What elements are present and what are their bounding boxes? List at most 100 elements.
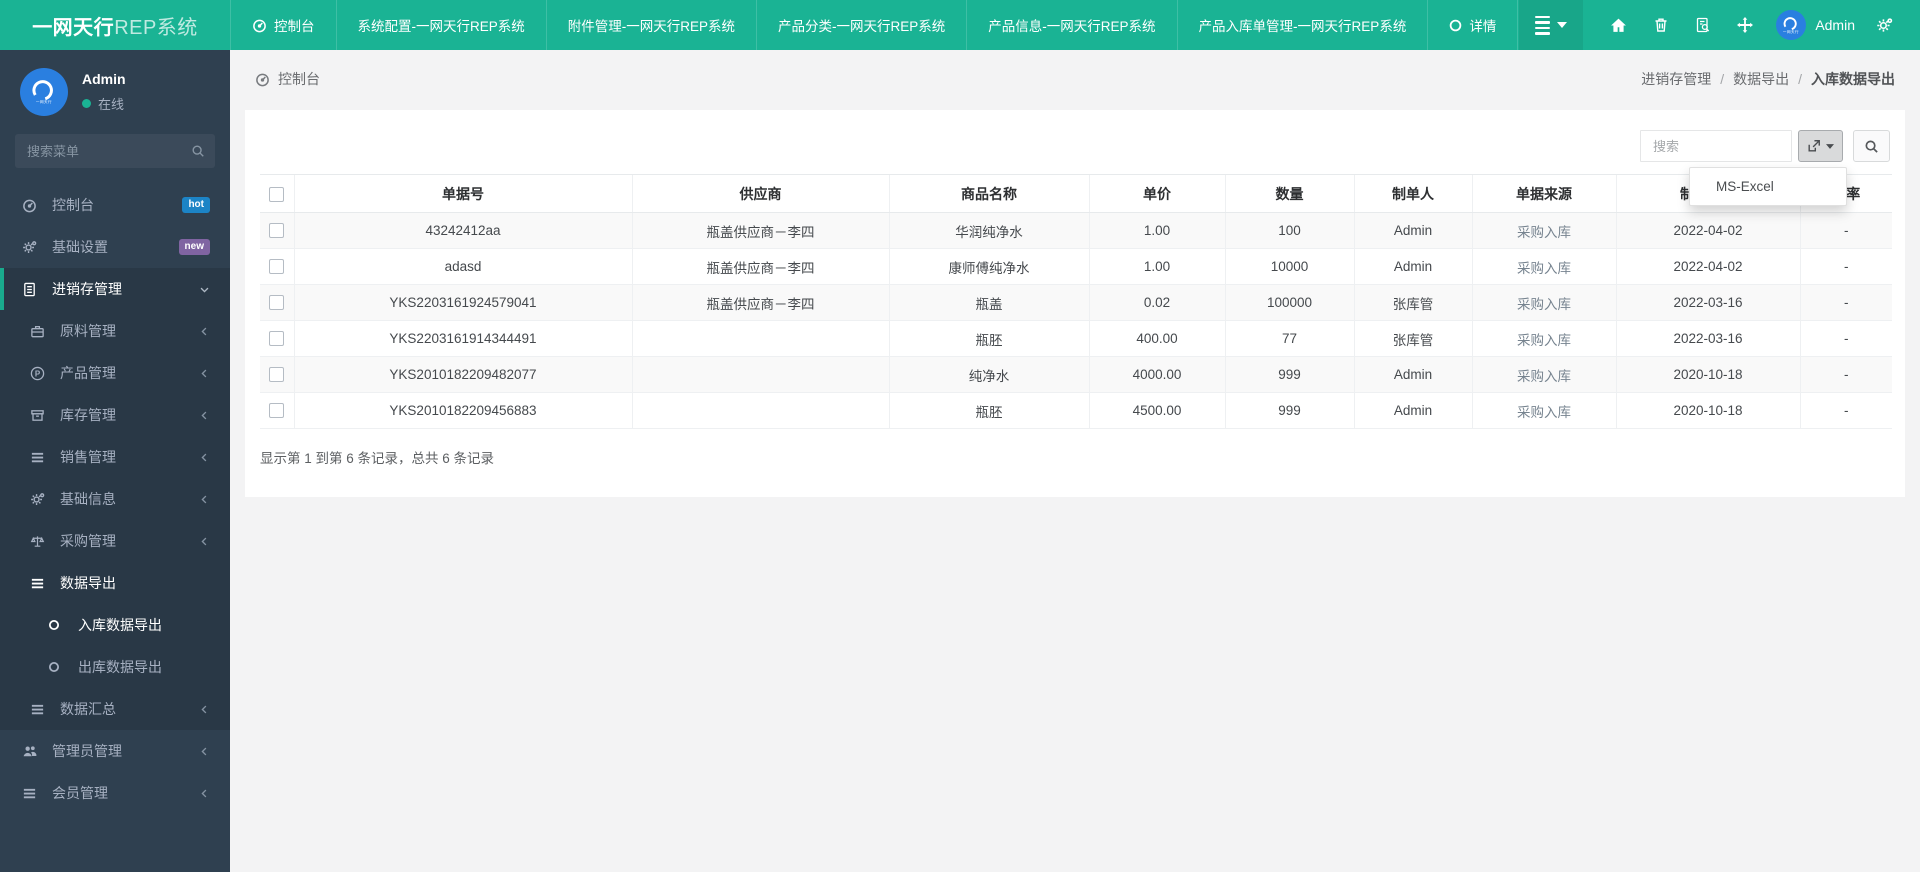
row-checkbox[interactable] <box>269 367 285 383</box>
fullscreen-icon[interactable] <box>1724 17 1766 33</box>
row-checkbox[interactable] <box>269 403 285 419</box>
nav-item-system-config[interactable]: 系统配置-一网天行REP系统 <box>335 0 546 50</box>
cell-order-no: YKS2203161914344491 <box>293 320 632 357</box>
sidebar-item-label: 基础信息 <box>60 491 116 507</box>
nav-item-detail[interactable]: 详情 <box>1427 0 1519 50</box>
table-row[interactable]: 43242412aa 瓶盖供应商－李四 华润纯净水 1.00 100 Admin… <box>260 212 1892 249</box>
sidebar-item-outbound-data-export[interactable]: 出库数据导出 <box>0 646 230 688</box>
cell-creator: Admin <box>1353 392 1472 429</box>
sidebar-item-inventory-mgmt[interactable]: 库存管理 <box>0 394 230 436</box>
sidebar-item-basic-info[interactable]: 基础信息 <box>0 478 230 520</box>
caret-down-icon <box>1557 22 1568 28</box>
col-header-unit-price[interactable]: 单价 <box>1088 174 1225 213</box>
sidebar-item-purchasing-mgmt[interactable]: 采购管理 <box>0 520 230 562</box>
breadcrumb-separator: / <box>1798 71 1802 87</box>
settings-gear-icon[interactable] <box>1863 17 1906 34</box>
online-dot-icon <box>82 99 91 108</box>
log-search-icon[interactable] <box>1682 17 1724 33</box>
breadcrumb-item[interactable]: 数据导出 <box>1733 69 1789 89</box>
cell-unit-price: 400.00 <box>1088 320 1225 357</box>
dashboard-icon <box>253 19 266 32</box>
cell-tax-rate: - <box>1799 284 1892 321</box>
search-icon[interactable] <box>191 144 205 158</box>
sidebar-item-data-export[interactable]: 数据导出 <box>0 562 230 604</box>
cell-order-no: YKS2203161924579041 <box>293 284 632 321</box>
sidebar-item-member-mgmt[interactable]: 会员管理 <box>0 772 230 814</box>
online-status-label: 在线 <box>98 97 125 112</box>
nav-item-label: 控制台 <box>274 19 315 34</box>
sidebar-item-label: 产品管理 <box>60 365 116 381</box>
profile-avatar[interactable]: 一网天行 <box>20 68 68 116</box>
col-header-quantity[interactable]: 数量 <box>1224 174 1354 213</box>
nav-item-console[interactable]: 控制台 <box>230 0 336 50</box>
user-avatar[interactable]: 一网天行 <box>1776 10 1807 40</box>
col-header-product-name[interactable]: 商品名称 <box>888 174 1089 213</box>
select-all-checkbox[interactable] <box>269 186 285 202</box>
search-button[interactable] <box>1853 130 1890 162</box>
sidebar-profile: 一网天行 Admin 在线 <box>0 50 230 126</box>
breadcrumb-item[interactable]: 进销存管理 <box>1641 69 1711 89</box>
main-content: 控制台 进销存管理 / 数据导出 / 入库数据导出 MS-Excel <box>230 50 1920 872</box>
cell-supplier <box>631 356 889 393</box>
cell-creator: 张库管 <box>1353 284 1472 321</box>
sidebar-item-admin-mgmt[interactable]: 管理员管理 <box>0 730 230 772</box>
sidebar-item-label: 入库数据导出 <box>78 617 162 633</box>
table-row[interactable]: YKS2010182209482077 纯净水 4000.00 999 Admi… <box>260 356 1892 393</box>
sidebar-item-console[interactable]: 控制台 hot <box>0 184 230 226</box>
cell-product-name: 瓶盖 <box>888 284 1089 321</box>
nav-item-inbound-orders[interactable]: 产品入库单管理-一网天行REP系统 <box>1176 0 1428 50</box>
sidebar-item-product-mgmt[interactable]: P 产品管理 <box>0 352 230 394</box>
profile-info: Admin 在线 <box>82 71 126 113</box>
tabs-menu-toggle-button[interactable] <box>1519 0 1584 50</box>
cell-order-no: YKS2010182209456883 <box>293 392 632 429</box>
table-row[interactable]: YKS2203161924579041 瓶盖供应商－李四 瓶盖 0.02 100… <box>260 284 1892 321</box>
export-ms-excel-option[interactable]: MS-Excel <box>1690 174 1846 199</box>
col-header-creator[interactable]: 制单人 <box>1353 174 1472 213</box>
col-header-supplier[interactable]: 供应商 <box>631 174 889 213</box>
nav-item-product-info[interactable]: 产品信息-一网天行REP系统 <box>966 0 1176 50</box>
table-row[interactable]: adasd 瓶盖供应商－李四 康师傅纯净水 1.00 10000 Admin 采… <box>260 248 1892 285</box>
row-checkbox[interactable] <box>269 259 285 275</box>
sidebar-search-input[interactable] <box>15 134 215 168</box>
brand-logo[interactable]: 一网天行 REP系统 <box>0 0 230 50</box>
breadcrumb-separator: / <box>1720 71 1725 87</box>
table-row[interactable]: YKS2010182209456883 瓶胚 4500.00 999 Admin… <box>260 392 1892 429</box>
table-row[interactable]: YKS2203161914344491 瓶胚 400.00 77 张库管 采购入… <box>260 320 1892 357</box>
home-icon[interactable] <box>1597 17 1640 34</box>
cell-product-name: 纯净水 <box>888 356 1089 393</box>
trash-icon[interactable] <box>1640 17 1682 33</box>
sidebar: 一网天行 Admin 在线 控制台 hot 基础设置 new 进销存 <box>0 50 230 872</box>
row-checkbox[interactable] <box>269 331 285 347</box>
nav-item-label: 详情 <box>1469 19 1497 34</box>
top-menu: 控制台 系统配置-一网天行REP系统 附件管理-一网天行REP系统 产品分类-一… <box>230 0 1519 50</box>
avatar-logo-icon <box>32 80 53 100</box>
sidebar-item-label: 数据汇总 <box>60 701 116 717</box>
nav-item-attachments[interactable]: 附件管理-一网天行REP系统 <box>545 0 756 50</box>
sidebar-item-invoicing[interactable]: 进销存管理 <box>0 268 230 310</box>
page-header: 控制台 进销存管理 / 数据导出 / 入库数据导出 <box>230 50 1920 110</box>
sidebar-item-raw-materials[interactable]: 原料管理 <box>0 310 230 352</box>
cell-order-no: 43242412aa <box>293 212 632 249</box>
profile-status[interactable]: 在线 <box>82 94 126 113</box>
row-checkbox[interactable] <box>269 223 285 239</box>
chevron-left-icon <box>199 788 210 799</box>
row-checkbox[interactable] <box>269 295 285 311</box>
avatar-logo-text: 一网天行 <box>35 99 53 104</box>
nav-item-product-category[interactable]: 产品分类-一网天行REP系统 <box>756 0 966 50</box>
col-header-order-no[interactable]: 单据号 <box>293 174 632 213</box>
sidebar-menu: 控制台 hot 基础设置 new 进销存管理 原料管理 P 产品管理 库存管理 … <box>0 184 230 814</box>
export-button[interactable] <box>1798 130 1843 162</box>
sidebar-item-label: 管理员管理 <box>52 743 122 759</box>
table-search-input[interactable] <box>1640 130 1792 162</box>
sidebar-item-sales-mgmt[interactable]: 销售管理 <box>0 436 230 478</box>
chevron-left-icon <box>199 410 210 421</box>
cell-unit-price: 0.02 <box>1088 284 1225 321</box>
sidebar-item-data-summary[interactable]: 数据汇总 <box>0 688 230 730</box>
list-icon <box>30 450 54 465</box>
page-title: 控制台 <box>255 69 320 89</box>
cell-creator: 张库管 <box>1353 320 1472 357</box>
sidebar-item-basic-settings[interactable]: 基础设置 new <box>0 226 230 268</box>
col-header-order-source[interactable]: 单据来源 <box>1471 174 1616 213</box>
nav-item-label: 系统配置-一网天行REP系统 <box>357 19 525 34</box>
sidebar-item-inbound-data-export[interactable]: 入库数据导出 <box>0 604 230 646</box>
